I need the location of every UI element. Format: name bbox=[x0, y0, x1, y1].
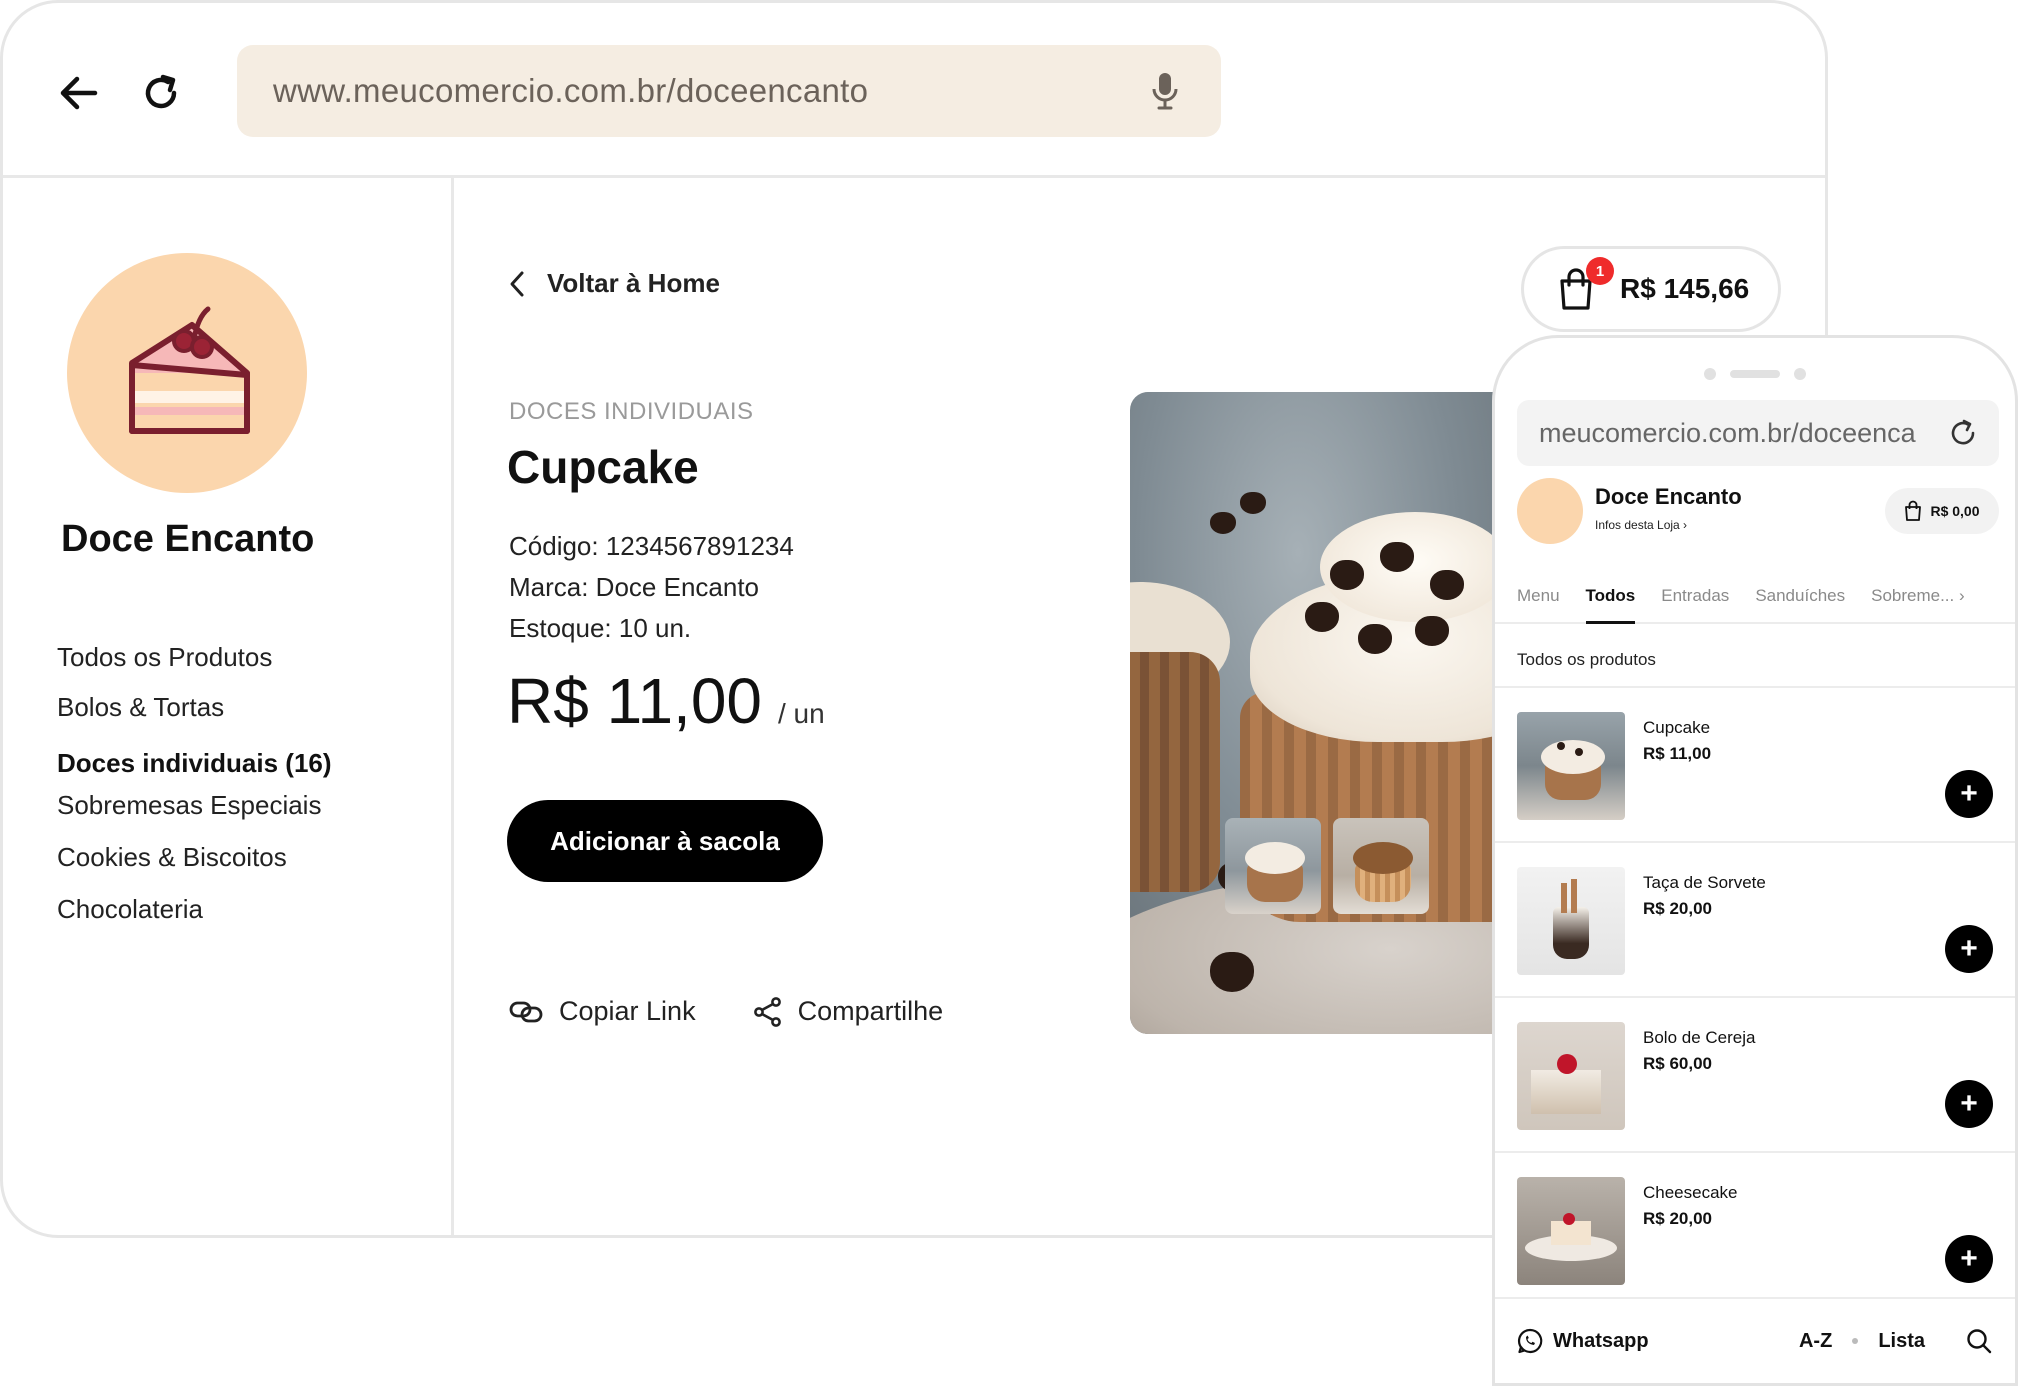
mobile-address-bar[interactable]: meucomercio.com.br/doceenca bbox=[1517, 400, 1999, 466]
back-to-home-label: Voltar à Home bbox=[547, 268, 720, 298]
tab-menu[interactable]: Menu bbox=[1517, 568, 1560, 624]
mobile-url-text: meucomercio.com.br/doceenca bbox=[1539, 417, 1916, 448]
product-price: R$ 11,00 bbox=[1643, 744, 1712, 763]
add-item-button[interactable]: + bbox=[1945, 1235, 1993, 1283]
product-brand: Marca: Doce Encanto bbox=[509, 572, 760, 602]
search-icon[interactable] bbox=[1965, 1327, 1993, 1355]
mobile-category-tabs: Menu Todos Entradas Sanduíches Sobreme..… bbox=[1495, 568, 2015, 624]
copy-link-label: Copiar Link bbox=[559, 996, 696, 1026]
tab-todos[interactable]: Todos bbox=[1585, 568, 1635, 624]
product-name: Cheesecake bbox=[1643, 1183, 1738, 1202]
mobile-section-title: Todos os produtos bbox=[1517, 650, 1656, 669]
sort-az-button[interactable]: A-Z bbox=[1799, 1330, 1832, 1353]
store-name: Doce Encanto bbox=[61, 518, 315, 560]
product-code: Código: 1234567891234 bbox=[509, 531, 794, 561]
add-item-button[interactable]: + bbox=[1945, 1080, 1993, 1128]
product-price: R$ 20,00 bbox=[1643, 899, 1712, 918]
address-bar[interactable]: www.meucomercio.com.br/doceencanto bbox=[237, 45, 1221, 137]
whatsapp-label: Whatsapp bbox=[1553, 1329, 1649, 1352]
mobile-store-name: Doce Encanto bbox=[1595, 484, 1742, 509]
nav-item-cookies-biscoitos[interactable]: Cookies & Biscoitos bbox=[57, 832, 332, 882]
product-thumbnails bbox=[1225, 818, 1429, 914]
list-item[interactable]: Bolo de Cereja R$ 60,00 + bbox=[1495, 996, 2015, 1151]
store-info-link[interactable]: Infos desta Loja › bbox=[1595, 518, 1687, 532]
product-thumbnail bbox=[1517, 867, 1625, 975]
product-price: R$ 20,00 bbox=[1643, 1209, 1712, 1228]
back-to-home-link[interactable]: Voltar à Home bbox=[509, 268, 720, 299]
list-item[interactable]: Cupcake R$ 11,00 + bbox=[1495, 686, 2015, 841]
store-logo bbox=[67, 253, 307, 493]
product-stock: Estoque: 10 un. bbox=[509, 613, 692, 643]
product-thumbnail bbox=[1517, 1177, 1625, 1285]
nav-item-bolos-tortas[interactable]: Bolos & Tortas bbox=[57, 682, 332, 732]
add-item-button[interactable]: + bbox=[1945, 770, 1993, 818]
product-name: Bolo de Cereja bbox=[1643, 1028, 1756, 1047]
microphone-icon[interactable] bbox=[1145, 69, 1185, 113]
link-icon bbox=[509, 1001, 543, 1022]
category-nav: Todos os Produtos Bolos & Tortas Doces i… bbox=[57, 632, 332, 934]
browser-toolbar: www.meucomercio.com.br/doceencanto bbox=[3, 3, 1825, 178]
copy-link-button[interactable]: Copiar Link bbox=[509, 996, 696, 1027]
product-name: Taça de Sorvete bbox=[1643, 873, 1766, 892]
separator-dot bbox=[1852, 1338, 1859, 1344]
reload-icon bbox=[145, 74, 177, 109]
price-row: R$ 11,00 / un bbox=[507, 664, 825, 738]
mobile-bottom-bar: Whatsapp A-Z Lista bbox=[1495, 1297, 2015, 1383]
share-row: Copiar Link Compartilhe bbox=[509, 996, 943, 1027]
nav-item-chocolateria[interactable]: Chocolateria bbox=[57, 884, 332, 934]
list-view-button[interactable]: Lista bbox=[1878, 1330, 1925, 1353]
tab-entradas[interactable]: Entradas bbox=[1661, 568, 1729, 624]
share-icon bbox=[753, 996, 781, 1027]
mobile-cart-button[interactable]: R$ 0,00 bbox=[1885, 488, 1999, 534]
mobile-store-header: Doce Encanto Infos desta Loja › R$ 0,00 bbox=[1517, 478, 1999, 548]
nav-item-todos-os-produtos[interactable]: Todos os Produtos bbox=[57, 632, 332, 682]
cart-count-badge: 1 bbox=[1586, 257, 1614, 285]
thumbnail-2[interactable] bbox=[1333, 818, 1429, 914]
product-thumbnail bbox=[1517, 712, 1625, 820]
thumbnail-1[interactable] bbox=[1225, 818, 1321, 914]
add-to-bag-button[interactable]: Adicionar à sacola bbox=[507, 800, 823, 882]
product-name: Cupcake bbox=[1643, 718, 1711, 737]
reload-icon[interactable] bbox=[1949, 419, 1977, 447]
reload-button[interactable] bbox=[137, 69, 185, 117]
product-price: R$ 11,00 bbox=[507, 665, 762, 737]
tab-sobremesas[interactable]: Sobreme... › bbox=[1871, 568, 1965, 624]
shopping-bag-icon bbox=[1905, 500, 1922, 521]
share-label: Compartilhe bbox=[797, 996, 944, 1026]
sort-view-controls: A-Z Lista bbox=[1799, 1330, 1925, 1353]
whatsapp-button[interactable]: Whatsapp bbox=[1517, 1328, 1649, 1354]
phone-notch bbox=[1704, 368, 1806, 380]
add-item-button[interactable]: + bbox=[1945, 925, 1993, 973]
store-sidebar: Doce Encanto Todos os Produtos Bolos & T… bbox=[3, 178, 454, 1235]
shopping-bag-icon: 1 bbox=[1558, 257, 1614, 311]
price-unit: / un bbox=[778, 698, 825, 729]
mobile-store-logo bbox=[1517, 478, 1583, 544]
share-button[interactable]: Compartilhe bbox=[753, 996, 944, 1027]
whatsapp-icon bbox=[1517, 1328, 1543, 1354]
mobile-preview: meucomercio.com.br/doceenca Doce Encanto… bbox=[1492, 335, 2018, 1386]
product-price: R$ 60,00 bbox=[1643, 1054, 1712, 1073]
back-button[interactable] bbox=[55, 69, 103, 117]
chevron-left-icon bbox=[510, 271, 524, 296]
product-category: DOCES INDIVIDUAIS bbox=[509, 398, 754, 425]
product-thumbnail bbox=[1517, 1022, 1625, 1130]
list-item[interactable]: Cheesecake R$ 20,00 + bbox=[1495, 1151, 2015, 1306]
mobile-cart-total: R$ 0,00 bbox=[1930, 503, 1980, 519]
cake-slice-icon bbox=[129, 306, 250, 434]
tab-sanduiches[interactable]: Sanduíches bbox=[1755, 568, 1845, 624]
cart-total: R$ 145,66 bbox=[1620, 273, 1750, 304]
cart-button[interactable]: 1 R$ 145,66 bbox=[1521, 246, 1781, 332]
arrow-left-icon bbox=[60, 76, 98, 110]
product-meta: Código: 1234567891234 Marca: Doce Encant… bbox=[509, 526, 794, 649]
product-main-image[interactable] bbox=[1130, 392, 1550, 1034]
nav-item-sobremesas-especiais[interactable]: Sobremesas Especiais bbox=[57, 780, 332, 830]
list-item[interactable]: Taça de Sorvete R$ 20,00 + bbox=[1495, 841, 2015, 996]
product-title: Cupcake bbox=[507, 441, 699, 493]
url-text: www.meucomercio.com.br/doceencanto bbox=[273, 72, 869, 109]
mobile-product-list: Cupcake R$ 11,00 + Taça de Sorvete R$ 20… bbox=[1495, 686, 2015, 1306]
